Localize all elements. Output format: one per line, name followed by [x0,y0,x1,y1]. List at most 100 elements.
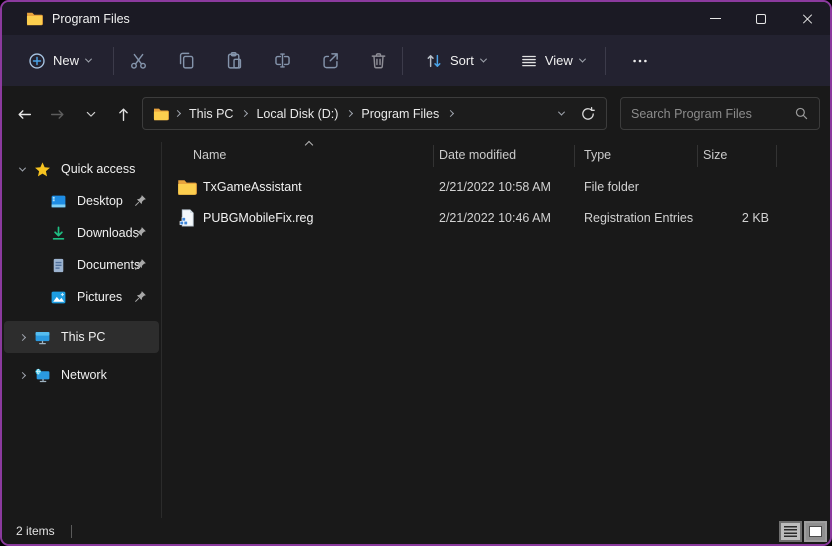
address-row: This PC Local Disk (D:) Program Files Se… [2,86,830,142]
sidebar-item-pictures[interactable]: Pictures [4,281,159,313]
file-list: Name Date modified Type Size TxGameAssis… [162,142,830,518]
sort-ascending-icon [305,141,313,149]
column-divider[interactable] [433,145,434,167]
sidebar-item-label: Pictures [77,290,122,304]
toolbar-separator [402,47,403,75]
column-header-type[interactable]: Type [584,148,611,162]
address-bar[interactable]: This PC Local Disk (D:) Program Files [142,97,607,130]
registry-file-icon [177,208,197,228]
sort-button[interactable]: Sort [415,43,496,79]
paste-icon [225,51,244,70]
details-view-button[interactable] [779,521,802,542]
breadcrumb-chevron-icon [174,110,181,117]
new-button-label: New [53,53,79,68]
file-type: File folder [584,180,639,194]
command-bar: New [2,35,830,86]
search-placeholder: Search Program Files [631,107,752,121]
rename-icon [273,51,292,70]
sidebar-item-documents[interactable]: Documents [4,249,159,281]
column-divider[interactable] [697,145,698,167]
file-row-txgameassistant[interactable]: TxGameAssistant 2/21/2022 10:58 AM File … [164,172,824,203]
column-header-size[interactable]: Size [703,148,727,162]
status-bar: 2 items [2,518,830,544]
network-icon [34,367,51,384]
window-controls [692,2,830,35]
copy-button[interactable] [162,43,210,79]
see-more-button[interactable] [616,43,664,79]
refresh-icon[interactable] [580,106,596,122]
content-area: Quick access Desktop Do [2,142,830,518]
up-button[interactable] [108,99,139,130]
sidebar-item-network[interactable]: Network [4,359,159,391]
explorer-window: Program Files New [0,0,832,546]
toolbar-separator [605,47,606,75]
file-row-pubgmobilefix-reg[interactable]: PUBGMobileFix.reg 2/21/2022 10:46 AM Reg… [164,203,824,234]
address-bar-actions [559,106,596,122]
large-icons-view-button[interactable] [804,521,827,542]
window-title: Program Files [52,12,130,26]
share-button[interactable] [306,43,354,79]
star-icon [34,161,51,178]
plus-circle-icon [28,52,46,70]
breadcrumb-program-files[interactable]: Program Files [358,107,442,121]
cut-button[interactable] [114,43,162,79]
chevron-down-icon [85,56,92,63]
sidebar-item-label: Downloads [77,226,139,240]
navigation-pane: Quick access Desktop Do [2,142,162,518]
breadcrumb-chevron-icon [346,110,353,117]
chevron-down-icon [84,107,98,121]
search-icon [794,106,809,121]
file-size: 2 KB [634,211,769,225]
navigation-buttons [9,99,139,130]
view-button[interactable]: View [510,43,595,79]
back-button[interactable] [9,99,40,130]
items-count: 2 items [16,524,55,538]
document-icon [50,257,67,274]
forward-arrow-icon [49,106,66,123]
sort-arrows-icon [425,52,443,70]
sidebar-item-this-pc[interactable]: This PC [4,321,159,353]
details-view-icon [784,526,797,537]
rename-button[interactable] [258,43,306,79]
delete-button[interactable] [354,43,402,79]
sidebar-item-label: Desktop [77,194,123,208]
breadcrumb-chevron-icon [241,110,248,117]
new-button[interactable]: New [18,43,101,79]
folder-icon [153,106,169,122]
recent-locations-button[interactable] [75,99,106,130]
up-arrow-icon [115,106,132,123]
ellipsis-icon [631,52,649,70]
chevron-down-icon [18,164,25,171]
sidebar-item-desktop[interactable]: Desktop [4,185,159,217]
chevron-right-icon [18,371,25,378]
maximize-button[interactable] [738,2,784,35]
search-box[interactable]: Search Program Files [620,97,820,130]
address-dropdown-icon[interactable] [558,109,565,116]
pin-icon [134,258,147,271]
copy-icon [177,51,196,70]
column-divider[interactable] [574,145,575,167]
sidebar-item-label: Quick access [61,162,135,176]
status-divider [71,525,72,538]
chevron-down-icon [579,56,586,63]
sidebar-item-label: Documents [77,258,140,272]
folder-icon [177,177,197,197]
breadcrumb-this-pc[interactable]: This PC [186,107,236,121]
sidebar-item-downloads[interactable]: Downloads [4,217,159,249]
close-button[interactable] [784,2,830,35]
chevron-right-icon [18,333,25,340]
this-pc-icon [34,329,51,346]
view-button-label: View [545,53,573,68]
forward-button[interactable] [42,99,73,130]
column-header-name[interactable]: Name [193,148,226,162]
column-header-date-modified[interactable]: Date modified [439,148,516,162]
sidebar-item-quick-access[interactable]: Quick access [4,153,159,185]
minimize-button[interactable] [692,2,738,35]
paste-button[interactable] [210,43,258,79]
breadcrumb-local-disk-d[interactable]: Local Disk (D:) [253,107,341,121]
column-divider[interactable] [776,145,777,167]
delete-icon [369,51,388,70]
view-list-icon [520,52,538,70]
pin-icon [134,290,147,303]
breadcrumb-chevron-icon [447,110,454,117]
